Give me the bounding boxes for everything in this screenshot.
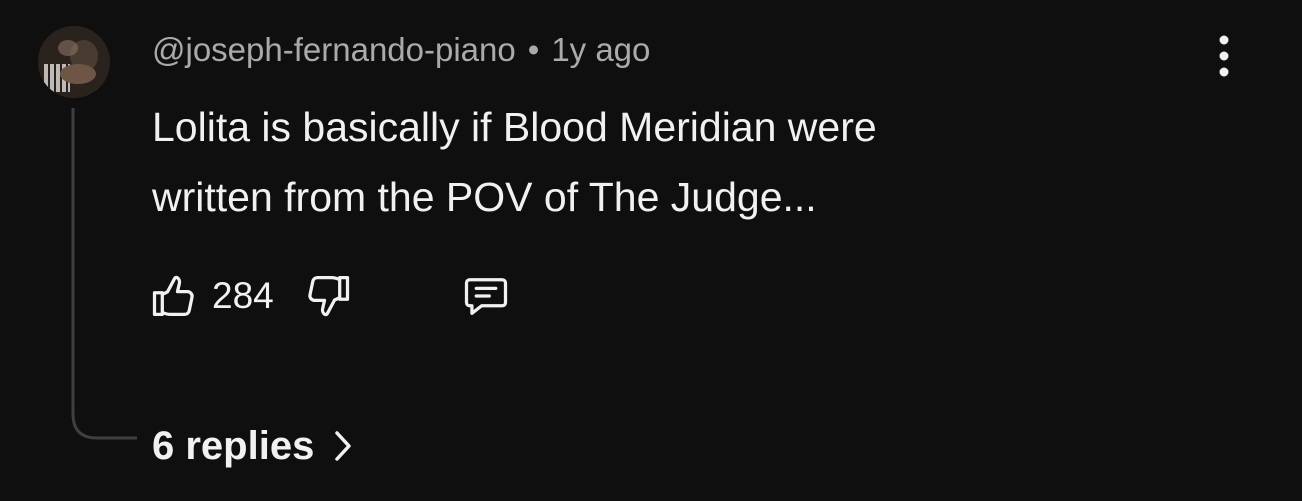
thumbs-up-icon <box>152 275 194 317</box>
comment: @joseph-fernando-piano • 1y ago Lolita i… <box>0 0 1302 501</box>
comment-time[interactable]: 1y ago <box>551 31 650 69</box>
comment-text-line: Lolita is basically if Blood Meridian we… <box>152 104 877 150</box>
comment-text: Lolita is basically if Blood Meridian we… <box>152 92 1172 232</box>
avatar-image <box>38 26 110 98</box>
thread-line <box>71 108 137 440</box>
author-name[interactable]: @joseph-fernando-piano <box>152 31 516 69</box>
chevron-right-icon <box>332 428 354 464</box>
comment-icon <box>464 278 507 315</box>
like-count: 284 <box>212 275 274 316</box>
more-options-button[interactable] <box>1200 32 1248 80</box>
comment-header: @joseph-fernando-piano • 1y ago <box>152 28 650 72</box>
thumbs-down-icon <box>308 275 349 317</box>
dislike-button[interactable] <box>302 268 354 324</box>
avatar[interactable] <box>38 26 110 98</box>
more-vertical-icon <box>1219 35 1229 77</box>
comment-text-line: written from the POV of The Judge... <box>152 174 817 220</box>
like-button[interactable] <box>148 268 200 324</box>
replies-label: 6 replies <box>152 423 315 468</box>
view-replies-button[interactable]: 6 replies <box>152 418 354 474</box>
meta-separator: • <box>527 31 540 68</box>
reply-button[interactable] <box>458 268 514 324</box>
comment-actions: 284 <box>148 268 514 324</box>
